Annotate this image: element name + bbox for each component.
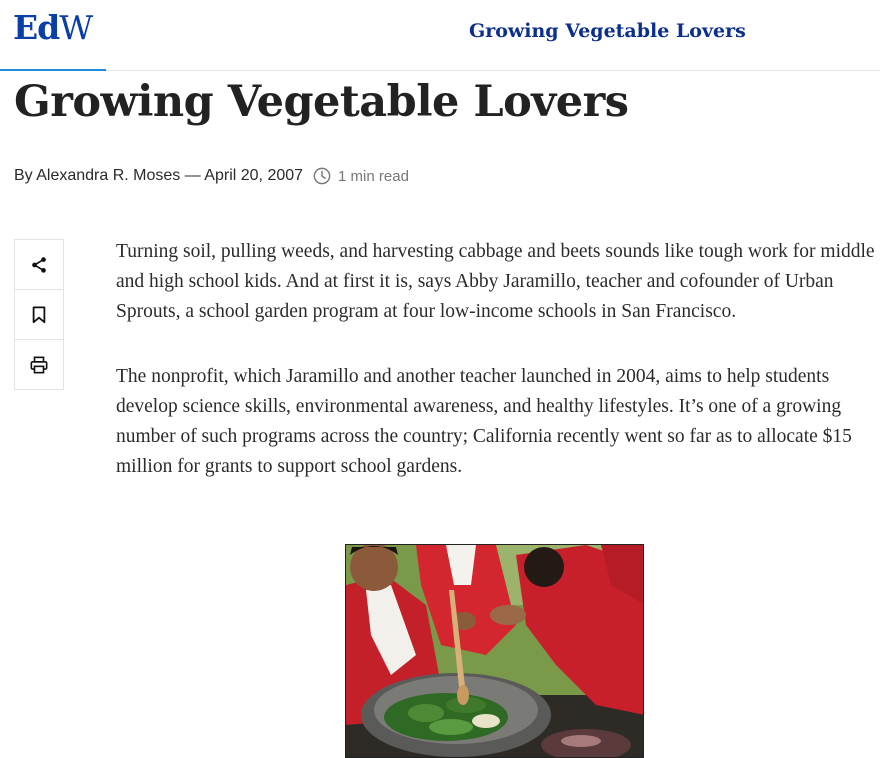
print-icon xyxy=(30,356,48,373)
read-time: 1 min read xyxy=(338,167,409,185)
print-button[interactable] xyxy=(15,340,63,389)
article-body: Turning soil, pulling weeds, and harvest… xyxy=(116,237,876,517)
header-article-title: Growing Vegetable Lovers xyxy=(469,20,746,42)
share-icon xyxy=(32,256,46,273)
article-paragraph: Turning soil, pulling weeds, and harvest… xyxy=(116,241,875,322)
photo-students-cooking xyxy=(346,545,643,757)
share-rail xyxy=(14,239,64,390)
edw-logo[interactable]: EdW xyxy=(13,8,93,48)
site-header: EdW Growing Vegetable Lovers xyxy=(0,0,880,71)
bookmark-button[interactable] xyxy=(15,290,63,340)
author-date: By Alexandra R. Moses — April 20, 2007 xyxy=(14,167,304,184)
logo-light-text: W xyxy=(59,8,93,47)
reading-progress-bar xyxy=(0,69,106,71)
bookmark-icon xyxy=(32,305,46,323)
article-byline: By Alexandra R. Moses — April 20, 2007 1… xyxy=(14,164,409,188)
share-button[interactable] xyxy=(15,240,63,290)
article-headline: Growing Vegetable Lovers xyxy=(14,77,629,127)
article-paragraph: The nonprofit, which Jaramillo and anoth… xyxy=(116,366,852,477)
clock-icon xyxy=(313,167,331,185)
logo-bold-text: Ed xyxy=(13,8,60,47)
article-photo xyxy=(345,544,644,758)
